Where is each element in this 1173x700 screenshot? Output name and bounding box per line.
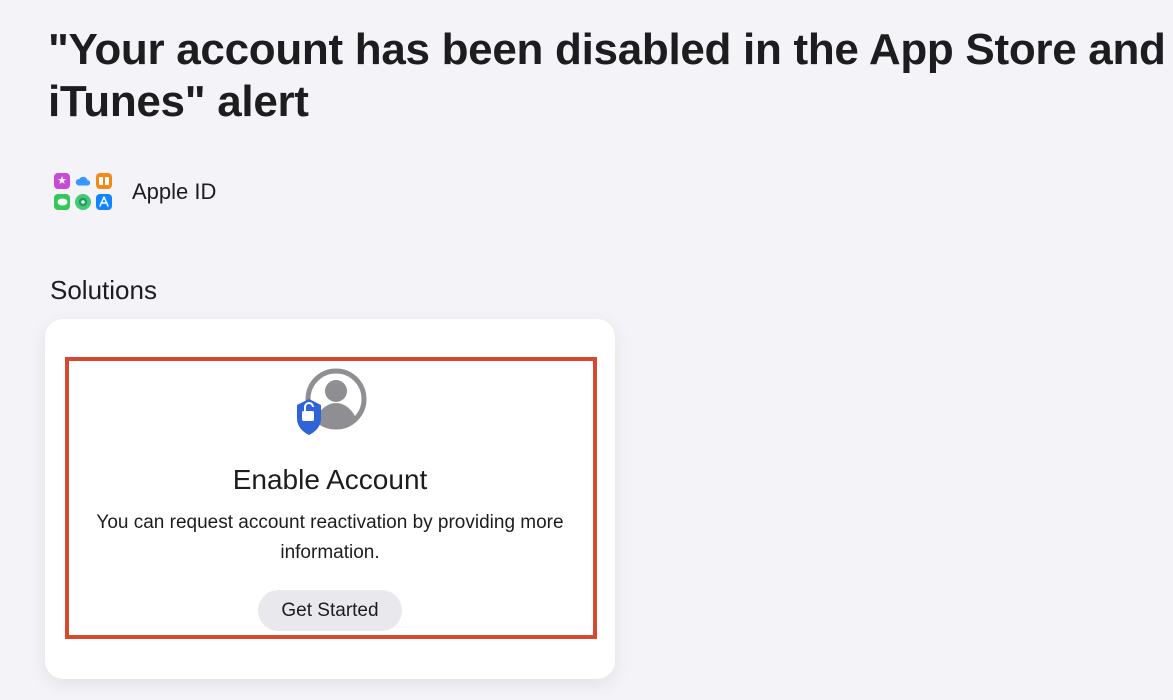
card-title: Enable Account: [232, 464, 428, 495]
icloud-icon: [75, 173, 91, 189]
product-icon-grid: ★: [52, 171, 116, 213]
page-title: "Your account has been disabled in the A…: [48, 25, 1166, 126]
product-row: ★ Apple ID: [52, 170, 216, 214]
find-my-icon: [75, 194, 91, 210]
solution-card-enable-account: Enable Account You can request account r…: [45, 319, 615, 679]
product-name: Apple ID: [132, 179, 217, 204]
books-icon: [96, 173, 112, 189]
itunes-star-icon: ★: [54, 173, 70, 189]
card-description: You can request account reactivation by …: [96, 512, 564, 563]
account-lock-icon: [297, 368, 367, 435]
solutions-heading: Solutions: [50, 275, 157, 305]
app-store-icon: [96, 194, 112, 210]
messages-icon: [54, 194, 70, 210]
get-started-button[interactable]: Get Started: [258, 590, 402, 631]
